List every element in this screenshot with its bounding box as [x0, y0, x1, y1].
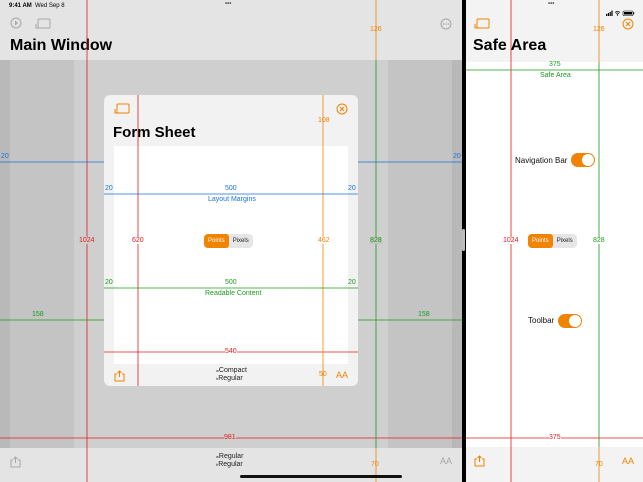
- main-bottom-inset-value: 70: [371, 461, 379, 468]
- safe-area-text-size-button[interactable]: AA: [622, 456, 634, 466]
- main-height-value: 1024: [79, 237, 95, 244]
- readable-content-label: Readable Content: [205, 290, 262, 297]
- sheet-bottom-inset-value: 50: [319, 371, 327, 378]
- navigation-bar-toggle[interactable]: [571, 153, 595, 167]
- sheet-height-value: 620: [132, 237, 144, 244]
- segment-pixels[interactable]: Pixels: [553, 234, 577, 248]
- layout-margins-right-value: 20: [348, 185, 356, 192]
- safe-area-width-value: 375: [549, 61, 561, 68]
- layout-margins-width-value: 500: [225, 185, 237, 192]
- home-indicator[interactable]: [240, 475, 402, 478]
- safe-area-bottom-inset-value: 70: [595, 461, 603, 468]
- main-width-value: 981: [224, 434, 236, 441]
- main-top-inset-value: 126: [370, 26, 382, 33]
- safe-area-section-label: Safe Area: [540, 72, 571, 79]
- main-side-right-value: 158: [418, 311, 430, 318]
- safe-area-safe-height-value: 828: [593, 237, 605, 244]
- safe-area-height-value: 1024: [503, 237, 519, 244]
- readable-content-right-value: 20: [348, 279, 356, 286]
- layout-margins-left-value: 20: [105, 185, 113, 192]
- safe-area-units-segmented-control[interactable]: Points Pixels: [528, 234, 577, 248]
- toolbar-label: Toolbar: [528, 316, 555, 325]
- split-view-divider-handle[interactable]: [462, 229, 465, 251]
- sheet-width-value: 540: [225, 348, 237, 355]
- safe-area-share-icon[interactable]: [474, 454, 485, 472]
- safe-area-bottom-width-value: 375: [549, 434, 561, 441]
- navigation-bar-label: Navigation Bar: [515, 156, 568, 165]
- readable-content-width-value: 500: [225, 279, 237, 286]
- main-measurement-overlay: [0, 0, 462, 482]
- main-margin-left-value: 20: [1, 153, 9, 160]
- main-side-left-value: 158: [32, 311, 44, 318]
- segment-points[interactable]: Points: [528, 234, 553, 248]
- readable-content-left-value: 20: [105, 279, 113, 286]
- sheet-safe-height-value: 462: [318, 237, 330, 244]
- sheet-top-inset-value: 108: [318, 117, 330, 124]
- main-margin-right-value: 20: [453, 153, 461, 160]
- layout-margins-label: Layout Margins: [208, 196, 256, 203]
- toolbar-toggle[interactable]: [558, 314, 582, 328]
- safe-area-top-inset-value: 126: [593, 26, 605, 33]
- main-safe-height-value: 828: [370, 237, 382, 244]
